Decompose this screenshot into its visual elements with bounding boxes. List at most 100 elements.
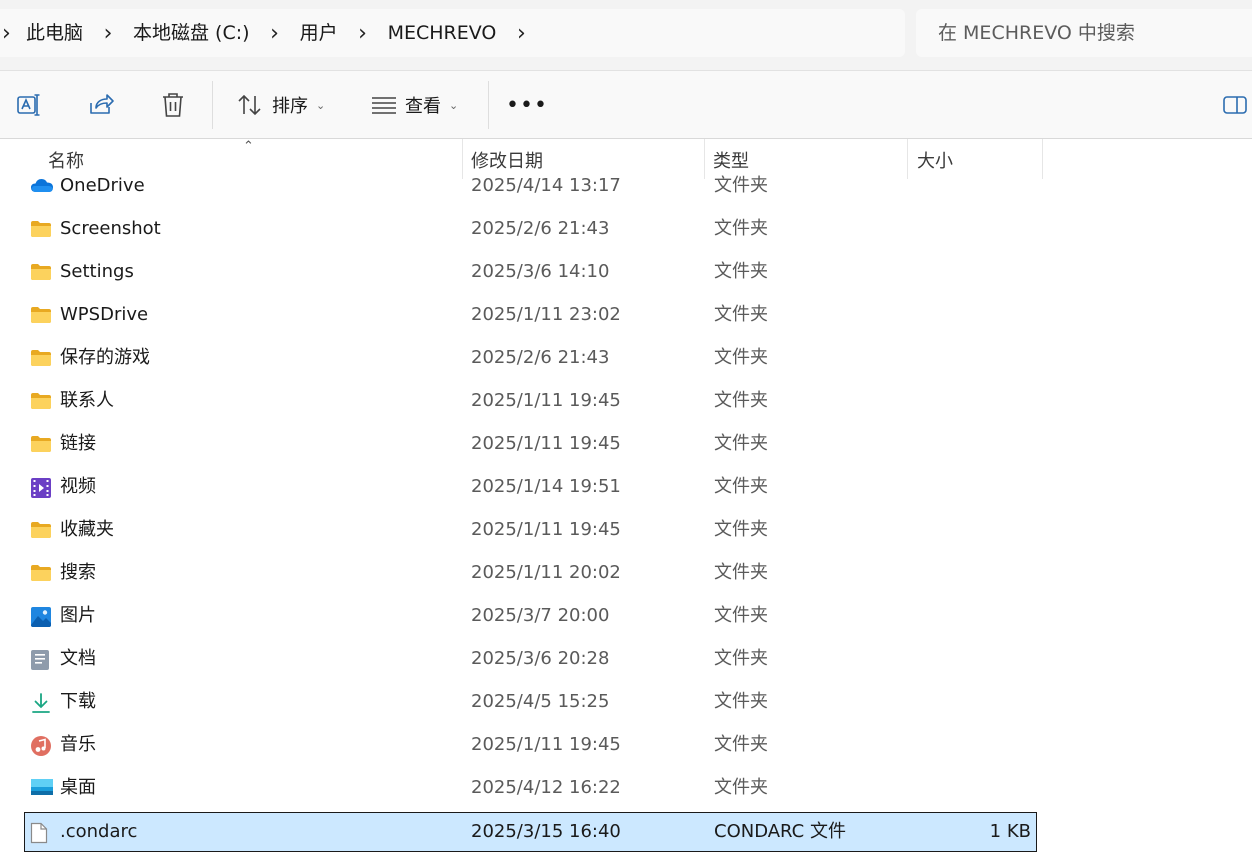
file-type: 文件夹 (714, 175, 768, 196)
file-name: 桌面 (60, 777, 96, 798)
file-icon (30, 822, 52, 844)
breadcrumb-users[interactable]: 用户 (292, 9, 346, 57)
file-type: 文件夹 (714, 777, 768, 798)
command-bar: 排序 ⌄ 查看 ⌄ ••• (0, 71, 1252, 139)
file-date-modified: 2025/1/11 19:45 (471, 390, 621, 411)
file-date-modified: 2025/3/7 20:00 (471, 605, 610, 626)
file-type: 文件夹 (714, 519, 768, 540)
file-date-modified: 2025/3/15 16:40 (471, 821, 621, 842)
sort-button[interactable]: 排序 ⌄ (236, 85, 325, 125)
sort-label: 排序 (272, 96, 308, 117)
file-name: OneDrive (60, 175, 145, 196)
share-icon[interactable] (86, 90, 116, 120)
file-type: 文件夹 (714, 648, 768, 669)
file-type: 文件夹 (714, 347, 768, 368)
file-row[interactable]: 文档 2025/3/6 20:28 文件夹 (24, 639, 1037, 679)
file-row[interactable]: 收藏夹 2025/1/11 19:45 文件夹 (24, 510, 1037, 550)
folder-icon (30, 520, 52, 540)
file-row[interactable]: 视频 2025/1/14 19:51 文件夹 (24, 467, 1037, 507)
documents-folder-icon (30, 649, 52, 670)
delete-icon[interactable] (158, 90, 188, 120)
chevron-down-icon: ⌄ (449, 98, 459, 112)
file-name: 搜索 (60, 562, 96, 583)
file-size: 1 KB (989, 821, 1031, 842)
folder-icon (30, 219, 52, 239)
file-row[interactable]: 联系人 2025/1/11 19:45 文件夹 (24, 381, 1037, 421)
file-name: 图片 (60, 605, 96, 626)
breadcrumb-current-folder[interactable]: MECHREVO (380, 9, 505, 57)
file-name: 链接 (60, 433, 96, 454)
file-type: 文件夹 (714, 605, 768, 626)
file-date-modified: 2025/3/6 14:10 (471, 261, 610, 282)
view-button[interactable]: 查看 ⌄ (371, 85, 458, 125)
file-row[interactable]: 桌面 2025/4/12 16:22 文件夹 (24, 768, 1037, 808)
file-date-modified: 2025/4/14 13:17 (471, 175, 621, 196)
file-date-modified: 2025/1/14 19:51 (471, 476, 621, 497)
downloads-folder-icon (30, 692, 52, 713)
file-type: 文件夹 (714, 218, 768, 239)
address-bar[interactable]: › 此电脑 › 本地磁盘 (C:) › 用户 › MECHREVO › (0, 9, 905, 57)
chevron-down-icon: ⌄ (316, 98, 326, 112)
file-row[interactable]: OneDrive 2025/4/14 13:17 文件夹 (24, 166, 1037, 206)
view-label: 查看 (405, 96, 441, 117)
folder-icon (30, 563, 52, 583)
file-row[interactable]: 图片 2025/3/7 20:00 文件夹 (24, 596, 1037, 636)
chevron-right-icon[interactable]: › (346, 9, 380, 57)
toolbar-divider (488, 81, 489, 129)
onedrive-icon (30, 176, 53, 196)
search-box[interactable]: 在 MECHREVO 中搜索 (916, 9, 1252, 57)
file-row[interactable]: Screenshot 2025/2/6 21:43 文件夹 (24, 209, 1037, 249)
folder-icon (30, 305, 52, 325)
title-band: › 此电脑 › 本地磁盘 (C:) › 用户 › MECHREVO › 在 ME… (0, 0, 1252, 71)
folder-icon (30, 348, 52, 368)
sort-ascending-icon: ⌃ (243, 139, 254, 154)
file-row[interactable]: 链接 2025/1/11 19:45 文件夹 (24, 424, 1037, 464)
search-placeholder: 在 MECHREVO 中搜索 (938, 22, 1135, 44)
videos-folder-icon (30, 477, 52, 498)
chevron-right-icon[interactable]: › (91, 9, 125, 57)
file-date-modified: 2025/1/11 23:02 (471, 304, 621, 325)
more-options-button[interactable]: ••• (506, 93, 547, 118)
file-name: 下载 (60, 691, 96, 712)
details-pane-icon[interactable] (1220, 90, 1250, 120)
file-type: 文件夹 (714, 433, 768, 454)
file-row[interactable]: 搜索 2025/1/11 20:02 文件夹 (24, 553, 1037, 593)
breadcrumb-this-pc[interactable]: 此电脑 (18, 9, 91, 57)
rename-icon[interactable] (14, 90, 44, 120)
file-date-modified: 2025/4/5 15:25 (471, 691, 610, 712)
chevron-right-icon[interactable]: › (504, 9, 538, 57)
file-type: 文件夹 (714, 691, 768, 712)
pictures-folder-icon (30, 606, 52, 627)
chevron-right-icon[interactable]: › (0, 9, 18, 57)
file-name: 文档 (60, 648, 96, 669)
file-row[interactable]: Settings 2025/3/6 14:10 文件夹 (24, 252, 1037, 292)
file-type: 文件夹 (714, 476, 768, 497)
breadcrumb-local-disk[interactable]: 本地磁盘 (C:) (125, 9, 258, 57)
file-row-selected[interactable]: .condarc 2025/3/15 16:40 CONDARC 文件 1 KB (24, 812, 1037, 852)
file-name: Settings (60, 261, 134, 282)
file-date-modified: 2025/1/11 19:45 (471, 433, 621, 454)
file-type: 文件夹 (714, 562, 768, 583)
view-icon (372, 97, 396, 114)
file-row[interactable]: 保存的游戏 2025/2/6 21:43 文件夹 (24, 338, 1037, 378)
file-date-modified: 2025/1/11 20:02 (471, 562, 621, 583)
file-date-modified: 2025/2/6 21:43 (471, 218, 610, 239)
file-name: 保存的游戏 (60, 347, 150, 368)
file-name: 收藏夹 (60, 519, 114, 540)
file-name: Screenshot (60, 218, 161, 239)
toolbar-divider (212, 81, 213, 129)
file-name: .condarc (60, 821, 138, 842)
chevron-right-icon[interactable]: › (258, 9, 292, 57)
desktop-folder-icon (30, 778, 53, 798)
file-type: 文件夹 (714, 261, 768, 282)
music-folder-icon (30, 735, 52, 756)
file-row[interactable]: WPSDrive 2025/1/11 23:02 文件夹 (24, 295, 1037, 335)
file-date-modified: 2025/2/6 21:43 (471, 347, 610, 368)
folder-icon (30, 434, 52, 454)
file-date-modified: 2025/3/6 20:28 (471, 648, 610, 669)
file-type: 文件夹 (714, 304, 768, 325)
folder-icon (30, 262, 52, 282)
folder-icon (30, 391, 52, 411)
file-row[interactable]: 下载 2025/4/5 15:25 文件夹 (24, 682, 1037, 722)
file-row[interactable]: 音乐 2025/1/11 19:45 文件夹 (24, 725, 1037, 765)
